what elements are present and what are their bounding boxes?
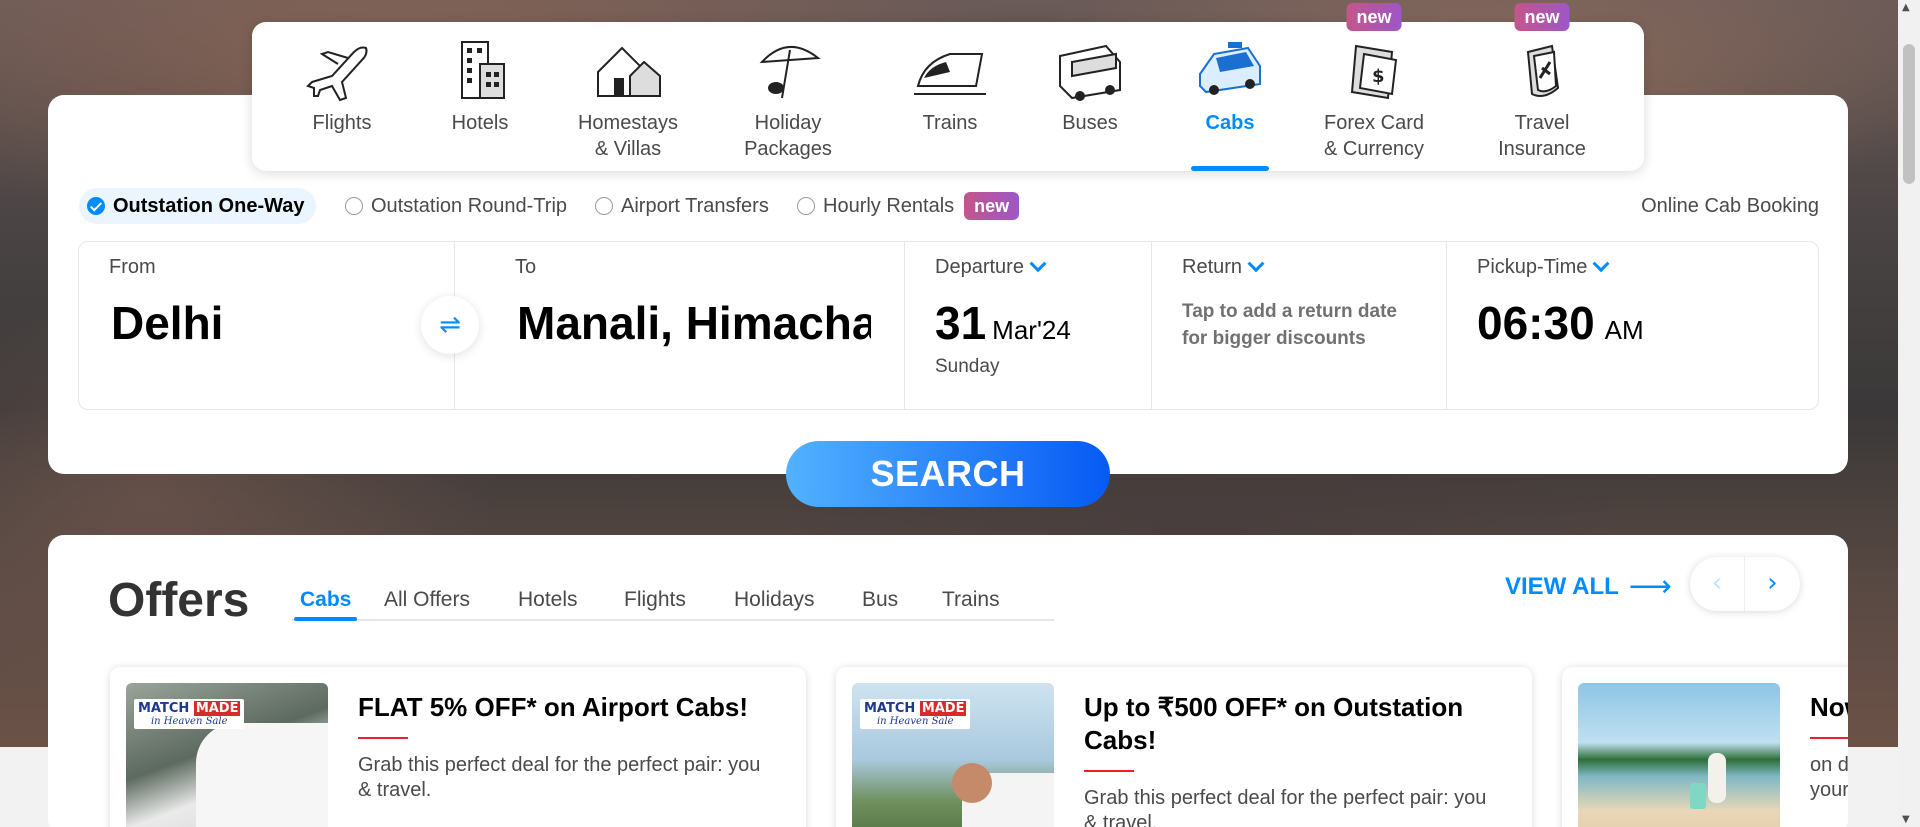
booking-fields: From Delhi ⇌ To Manali, Himachal Pradesh… bbox=[78, 241, 1819, 410]
next-arrow-icon[interactable]: › bbox=[1745, 557, 1800, 611]
trip-type-airport[interactable]: Airport Transfers bbox=[595, 188, 769, 224]
offer-title: Up to ₹500 OFF* on Outstation Cabs! bbox=[1084, 692, 1464, 755]
scrollbar-thumb[interactable] bbox=[1903, 44, 1915, 184]
new-badge: new bbox=[1514, 3, 1570, 31]
radio-icon bbox=[345, 197, 363, 215]
offers-tab-hotels[interactable]: Hotels bbox=[518, 585, 578, 615]
checked-radio-icon bbox=[87, 197, 105, 215]
trip-type-round-trip[interactable]: Outstation Round-Trip bbox=[345, 188, 567, 224]
chevron-down-icon bbox=[1592, 254, 1610, 272]
offer-card[interactable]: MATCH MADE in Heaven Sale Up to ₹500 OFF… bbox=[836, 667, 1532, 827]
trip-type-one-way[interactable]: Outstation One-Way bbox=[79, 188, 317, 224]
from-value: Delhi bbox=[111, 297, 224, 349]
online-cab-booking-label: Online Cab Booking bbox=[1641, 195, 1819, 217]
offers-title: Offers bbox=[108, 574, 250, 627]
divider bbox=[1084, 770, 1134, 772]
nav-item-trains[interactable]: Trains bbox=[902, 22, 998, 171]
departure-day: 31 bbox=[935, 297, 987, 349]
chevron-down-icon bbox=[1029, 254, 1047, 272]
match-made-logo: MATCH MADE in Heaven Sale bbox=[860, 699, 971, 729]
from-field[interactable]: From Delhi bbox=[79, 242, 455, 409]
offer-image: MATCH MADE in Heaven Sale bbox=[126, 683, 328, 827]
trip-type-selector: Outstation One-Way Outstation Round-Trip… bbox=[79, 188, 1819, 224]
scrollbar[interactable]: ▲ ▼ bbox=[1898, 0, 1920, 827]
to-label: To bbox=[515, 256, 537, 278]
nav-item-cabs[interactable]: Cabs bbox=[1182, 22, 1278, 171]
prev-arrow-icon[interactable]: ‹ bbox=[1690, 557, 1745, 611]
view-all-link[interactable]: VIEW ALL ⟶ bbox=[1505, 569, 1672, 604]
offers-tab-flights[interactable]: Flights bbox=[624, 585, 686, 615]
forex-card-icon: $ bbox=[1350, 44, 1398, 100]
scroll-down-icon[interactable]: ▼ bbox=[1902, 814, 1910, 825]
train-icon bbox=[914, 53, 986, 95]
nav-item-insurance[interactable]: new Travel Insurance bbox=[1488, 3, 1596, 171]
offers-tab-holidays[interactable]: Holidays bbox=[734, 585, 815, 615]
arrow-right-icon: ⟶ bbox=[1628, 569, 1672, 604]
search-button[interactable]: SEARCH bbox=[786, 441, 1110, 507]
offers-tab-bus[interactable]: Bus bbox=[862, 585, 898, 615]
plane-icon bbox=[306, 46, 368, 102]
pickup-ampm: AM bbox=[1604, 315, 1644, 345]
new-badge: new bbox=[1346, 3, 1402, 31]
trip-type-hourly[interactable]: Hourly Rentals new bbox=[797, 188, 1020, 224]
nav-item-holiday-packages[interactable]: Holiday Packages bbox=[736, 22, 840, 171]
swap-icon[interactable]: ⇌ bbox=[421, 296, 479, 354]
offers-tabs: Cabs All Offers Hotels Flights Holidays … bbox=[292, 585, 1054, 621]
return-hint: Tap to add a return date for bigger disc… bbox=[1182, 301, 1398, 349]
offers-section: Offers Cabs All Offers Hotels Flights Ho… bbox=[48, 535, 1848, 827]
divider bbox=[358, 737, 408, 739]
offer-description: Grab this perfect deal for the perfect p… bbox=[1084, 787, 1487, 827]
offer-title: Now bbox=[1810, 692, 1848, 722]
hotel-icon bbox=[461, 41, 505, 99]
nav-item-forex[interactable]: new $ Forex Card & Currency bbox=[1318, 3, 1430, 171]
insurance-icon bbox=[1526, 44, 1560, 97]
offers-tab-cabs[interactable]: Cabs bbox=[293, 585, 358, 621]
departure-weekday: Sunday bbox=[935, 356, 1000, 377]
offer-image: MATCH MADE in Heaven Sale bbox=[852, 683, 1054, 827]
holiday-umbrella-icon bbox=[759, 45, 821, 99]
offer-title: FLAT 5% OFF* on Airport Cabs! bbox=[358, 692, 748, 722]
offer-card[interactable]: MATCH MADE in Heaven Sale FLAT 5% OFF* o… bbox=[110, 667, 806, 827]
return-label: Return bbox=[1182, 256, 1243, 278]
offers-pager: ‹ › bbox=[1690, 557, 1800, 611]
from-label: From bbox=[109, 256, 156, 278]
nav-item-flights[interactable]: Flights bbox=[294, 22, 390, 171]
new-badge: new bbox=[964, 192, 1020, 220]
svg-text:$: $ bbox=[1372, 66, 1385, 87]
pickup-time-value: 06:30 bbox=[1477, 297, 1595, 349]
departure-field[interactable]: Departure 31 Mar'24 Sunday bbox=[905, 242, 1152, 409]
offer-image bbox=[1578, 683, 1780, 827]
to-value: Manali, Himachal Pradesh bbox=[517, 297, 871, 349]
departure-month: Mar'24 bbox=[992, 315, 1071, 345]
to-field[interactable]: To Manali, Himachal Pradesh bbox=[455, 242, 905, 409]
offer-description: Grab this perfect deal for the perfect p… bbox=[358, 754, 761, 801]
bus-icon bbox=[1059, 44, 1121, 101]
match-made-logo: MATCH MADE in Heaven Sale bbox=[134, 699, 245, 729]
offers-tab-trains[interactable]: Trains bbox=[942, 585, 1000, 615]
offer-card[interactable]: Now on d your bbox=[1562, 667, 1848, 827]
cab-icon bbox=[1199, 42, 1261, 95]
nav-item-homestays[interactable]: Homestays & Villas bbox=[570, 22, 686, 171]
divider bbox=[1810, 737, 1848, 739]
product-nav: Flights Hotels Homestays & Villas Holida… bbox=[252, 3, 1644, 171]
radio-icon bbox=[797, 197, 815, 215]
nav-item-buses[interactable]: Buses bbox=[1042, 22, 1138, 171]
pickup-time-label: Pickup-Time bbox=[1477, 256, 1588, 278]
scroll-up-icon[interactable]: ▲ bbox=[1902, 2, 1910, 13]
departure-label: Departure bbox=[935, 256, 1024, 278]
chevron-down-icon bbox=[1247, 254, 1265, 272]
active-tab-underline bbox=[1191, 166, 1269, 171]
offers-tab-all[interactable]: All Offers bbox=[384, 585, 470, 615]
radio-icon bbox=[595, 197, 613, 215]
return-field[interactable]: Return Tap to add a return date for bigg… bbox=[1152, 242, 1447, 409]
offer-description: on d your bbox=[1810, 754, 1848, 801]
homestay-icon bbox=[597, 46, 661, 97]
nav-item-hotels[interactable]: Hotels bbox=[432, 22, 528, 171]
pickup-time-field[interactable]: Pickup-Time 06:30 AM bbox=[1447, 242, 1818, 409]
